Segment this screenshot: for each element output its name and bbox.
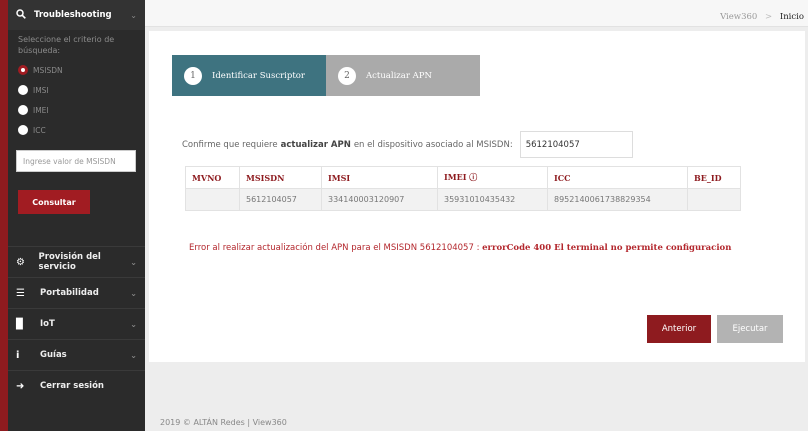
radio-msisdn[interactable]: MSISDN (8, 60, 145, 80)
subscriber-table: MVNO MSISDN IMSI IMEI ⓘ ICC BE_ID 561210… (185, 166, 741, 211)
sidebar-item-provision[interactable]: ⚙ Provisión del servicio ⌄ (8, 246, 145, 277)
table-cell: 35931010435432 (437, 188, 548, 211)
confirm-prefix: Confirme que requiere (182, 139, 278, 150)
table-cell: 8952140061738829354 (547, 188, 688, 211)
radio-icc[interactable]: ICC (8, 120, 145, 140)
breadcrumb: View360 > Inicio (720, 12, 804, 22)
column-header: IMSI (321, 166, 438, 189)
table-row: 5612104057 334140003120907 3593101043543… (185, 188, 741, 211)
breadcrumb-root[interactable]: View360 (720, 12, 757, 22)
sidebar-item-iot[interactable]: ▉ IoT ⌄ (8, 308, 145, 339)
step-label: Identificar Suscriptor (212, 70, 305, 81)
error-text: Error al realizar actualización del APN … (189, 243, 480, 253)
table-cell (687, 188, 741, 211)
sidebar-menu: ⚙ Provisión del servicio ⌄ ☰ Portabilida… (8, 246, 145, 401)
sliders-icon: ☰ (16, 287, 25, 299)
error-detail: errorCode 400 El terminal no permite con… (482, 243, 732, 253)
sidebar-item-guias[interactable]: i Guías ⌄ (8, 339, 145, 370)
chevron-down-icon: ⌄ (130, 10, 137, 20)
step-number: 1 (184, 66, 202, 85)
radio-icon (18, 105, 28, 115)
chevron-down-icon: ⌄ (130, 288, 137, 298)
sidebar-item-logout[interactable]: ➜ Cerrar sesión (8, 370, 145, 401)
breadcrumb-separator: > (765, 12, 773, 22)
column-header: ICC (547, 166, 688, 189)
document-icon: ▉ (16, 318, 24, 330)
sidebar: Troubleshooting ⌄ Seleccione el criterio… (0, 0, 145, 431)
sidebar-item-label: Portabilidad (40, 288, 99, 298)
table-cell: 5612104057 (239, 188, 322, 211)
confirm-suffix: en el dispositivo asociado al MSISDN: (353, 139, 513, 150)
chevron-down-icon: ⌄ (130, 350, 137, 360)
step-identify-subscriber[interactable]: 1 Identificar Suscriptor (172, 55, 326, 96)
radio-icon (18, 85, 28, 95)
sidebar-item-label: IoT (40, 319, 55, 329)
info-icon: i (16, 349, 20, 361)
table-cell (185, 188, 240, 211)
execute-button[interactable]: Ejecutar (717, 315, 783, 343)
column-header: IMEI ⓘ (437, 166, 548, 189)
radio-selected-icon (18, 65, 28, 75)
column-header: MVNO (185, 166, 240, 189)
cogs-icon: ⚙ (16, 256, 25, 268)
radio-label: ICC (33, 125, 46, 135)
step-update-apn[interactable]: 2 Actualizar APN (326, 55, 480, 96)
radio-icon (18, 125, 28, 135)
sidebar-header-troubleshooting[interactable]: Troubleshooting ⌄ (8, 0, 145, 30)
chevron-down-icon: ⌄ (130, 257, 137, 267)
search-icon (16, 8, 26, 22)
breadcrumb-current: Inicio (779, 12, 804, 22)
sidebar-item-label: Guías (40, 350, 67, 360)
step-number: 2 (338, 66, 356, 85)
radio-label: IMEI (33, 105, 49, 115)
confirm-action: actualizar APN (280, 139, 351, 150)
previous-button[interactable]: Anterior (647, 315, 711, 343)
column-header: BE_ID (687, 166, 741, 189)
sidebar-header-title: Troubleshooting (34, 10, 112, 20)
footer-copyright: 2019 © ALTÁN Redes | View360 (160, 418, 287, 427)
radio-imsi[interactable]: IMSI (8, 80, 145, 100)
msisdn-field[interactable]: 5612104057 (519, 131, 633, 158)
chevron-down-icon: ⌄ (130, 319, 137, 329)
sidebar-item-label: Provisión del servicio (38, 252, 101, 272)
table-cell: 334140003120907 (321, 188, 438, 211)
wizard-steps: 1 Identificar Suscriptor 2 Actualizar AP… (172, 55, 480, 96)
top-bar: View360 > Inicio (145, 0, 808, 27)
table-header-row: MVNO MSISDN IMSI IMEI ⓘ ICC BE_ID (185, 166, 741, 189)
radio-label: IMSI (33, 85, 49, 95)
column-header: MSISDN (239, 166, 322, 189)
sign-out-icon: ➜ (16, 380, 25, 392)
step-label: Actualizar APN (366, 70, 432, 81)
consult-button[interactable]: Consultar (18, 190, 90, 214)
search-criteria-hint: Seleccione el criterio de búsqueda: (18, 35, 115, 55)
radio-label: MSISDN (33, 65, 63, 75)
apn-update-card: 1 Identificar Suscriptor 2 Actualizar AP… (149, 31, 805, 362)
msisdn-search-input[interactable]: Ingrese valor de MSISDN (16, 150, 136, 172)
sidebar-item-label: Cerrar sesión (40, 381, 104, 391)
radio-imei[interactable]: IMEI (8, 100, 145, 120)
sidebar-item-portabilidad[interactable]: ☰ Portabilidad ⌄ (8, 277, 145, 308)
confirm-message: Confirme que requiere actualizar APN en … (182, 131, 633, 158)
error-message: Error al realizar actualización del APN … (189, 243, 731, 253)
